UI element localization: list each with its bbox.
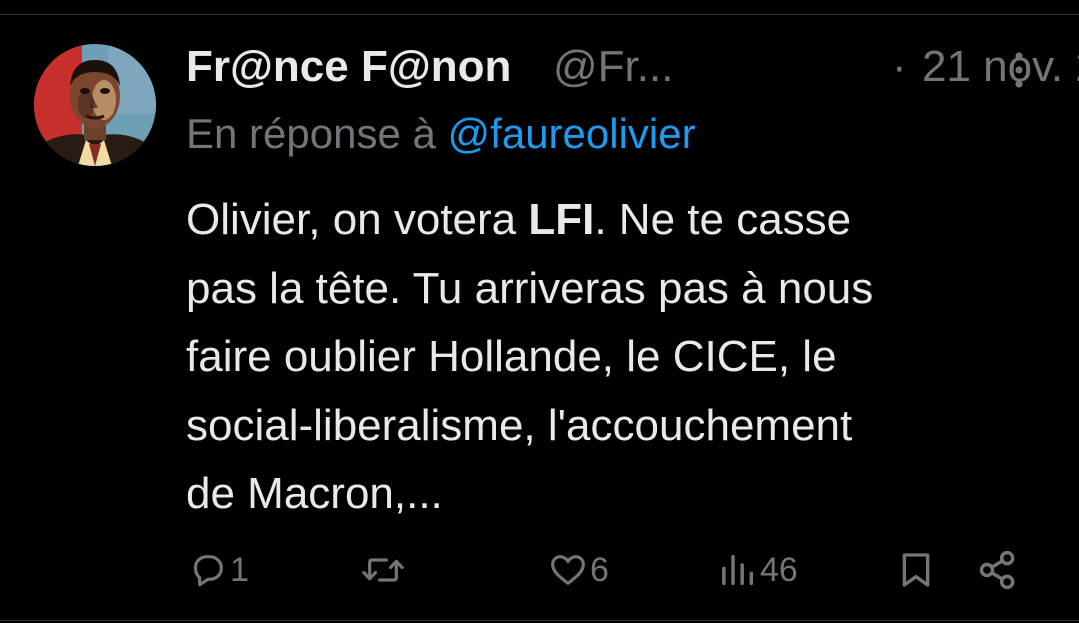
retweet-button[interactable] — [360, 540, 408, 600]
avatar-portrait-image — [34, 44, 156, 166]
tweet-actions-bar: 1 6 46 — [0, 540, 1079, 600]
tweet-text-bold-segment: LFI — [528, 195, 595, 244]
heart-icon — [551, 555, 585, 585]
retweet-icon — [362, 558, 404, 582]
avatar[interactable] — [34, 44, 156, 166]
top-divider — [0, 14, 1079, 15]
author-handle[interactable]: @Fr... — [553, 40, 673, 94]
like-button[interactable]: 6 — [548, 540, 609, 600]
tweet-text-line: Olivier, on votera LFI. Ne te casse — [186, 186, 1046, 255]
tweet-text-segment: . Ne te casse — [594, 195, 852, 244]
tweet-text-line: pas la tête. Tu arriveras pas à nous — [186, 263, 874, 313]
author-display-name[interactable]: Fr@nce F@non — [186, 40, 511, 94]
tweet-timestamp[interactable]: 21 nov. 24 — [922, 40, 1079, 94]
tweet-text-segment: Olivier, on votera — [186, 195, 529, 244]
bookmark-button[interactable] — [896, 540, 936, 600]
bottom-divider — [0, 620, 1079, 621]
reply-button[interactable]: 1 — [188, 540, 249, 600]
more-options-button[interactable] — [1004, 48, 1034, 92]
header-separator: · — [892, 42, 907, 91]
tweet-header: Fr@nce F@non @Fr... · 21 nov. 24 — [186, 40, 1079, 94]
reply-mention-link[interactable]: @faureolivier — [448, 110, 696, 157]
like-count: 6 — [590, 550, 609, 589]
share-button[interactable] — [976, 540, 1020, 600]
share-icon — [979, 550, 1015, 590]
more-vertical-icon — [1015, 52, 1023, 88]
tweet-text-line: de Macron,... — [186, 469, 443, 518]
reply-count: 1 — [230, 550, 249, 589]
reply-icon — [193, 555, 223, 587]
view-count: 46 — [760, 550, 798, 589]
tweet-text: Olivier, on votera LFI. Ne te casse pas … — [186, 186, 1046, 529]
tweet-text-line: faire oublier Hollande, le CICE, le — [186, 332, 837, 381]
views-button[interactable]: 46 — [718, 540, 798, 600]
bookmark-icon — [902, 553, 930, 587]
reply-prefix: En réponse à — [186, 110, 436, 157]
reply-context: En réponse à @faureolivier — [186, 108, 696, 160]
views-icon — [722, 554, 754, 586]
tweet-text-line: social-liberalisme, l'accouchement — [186, 400, 853, 450]
